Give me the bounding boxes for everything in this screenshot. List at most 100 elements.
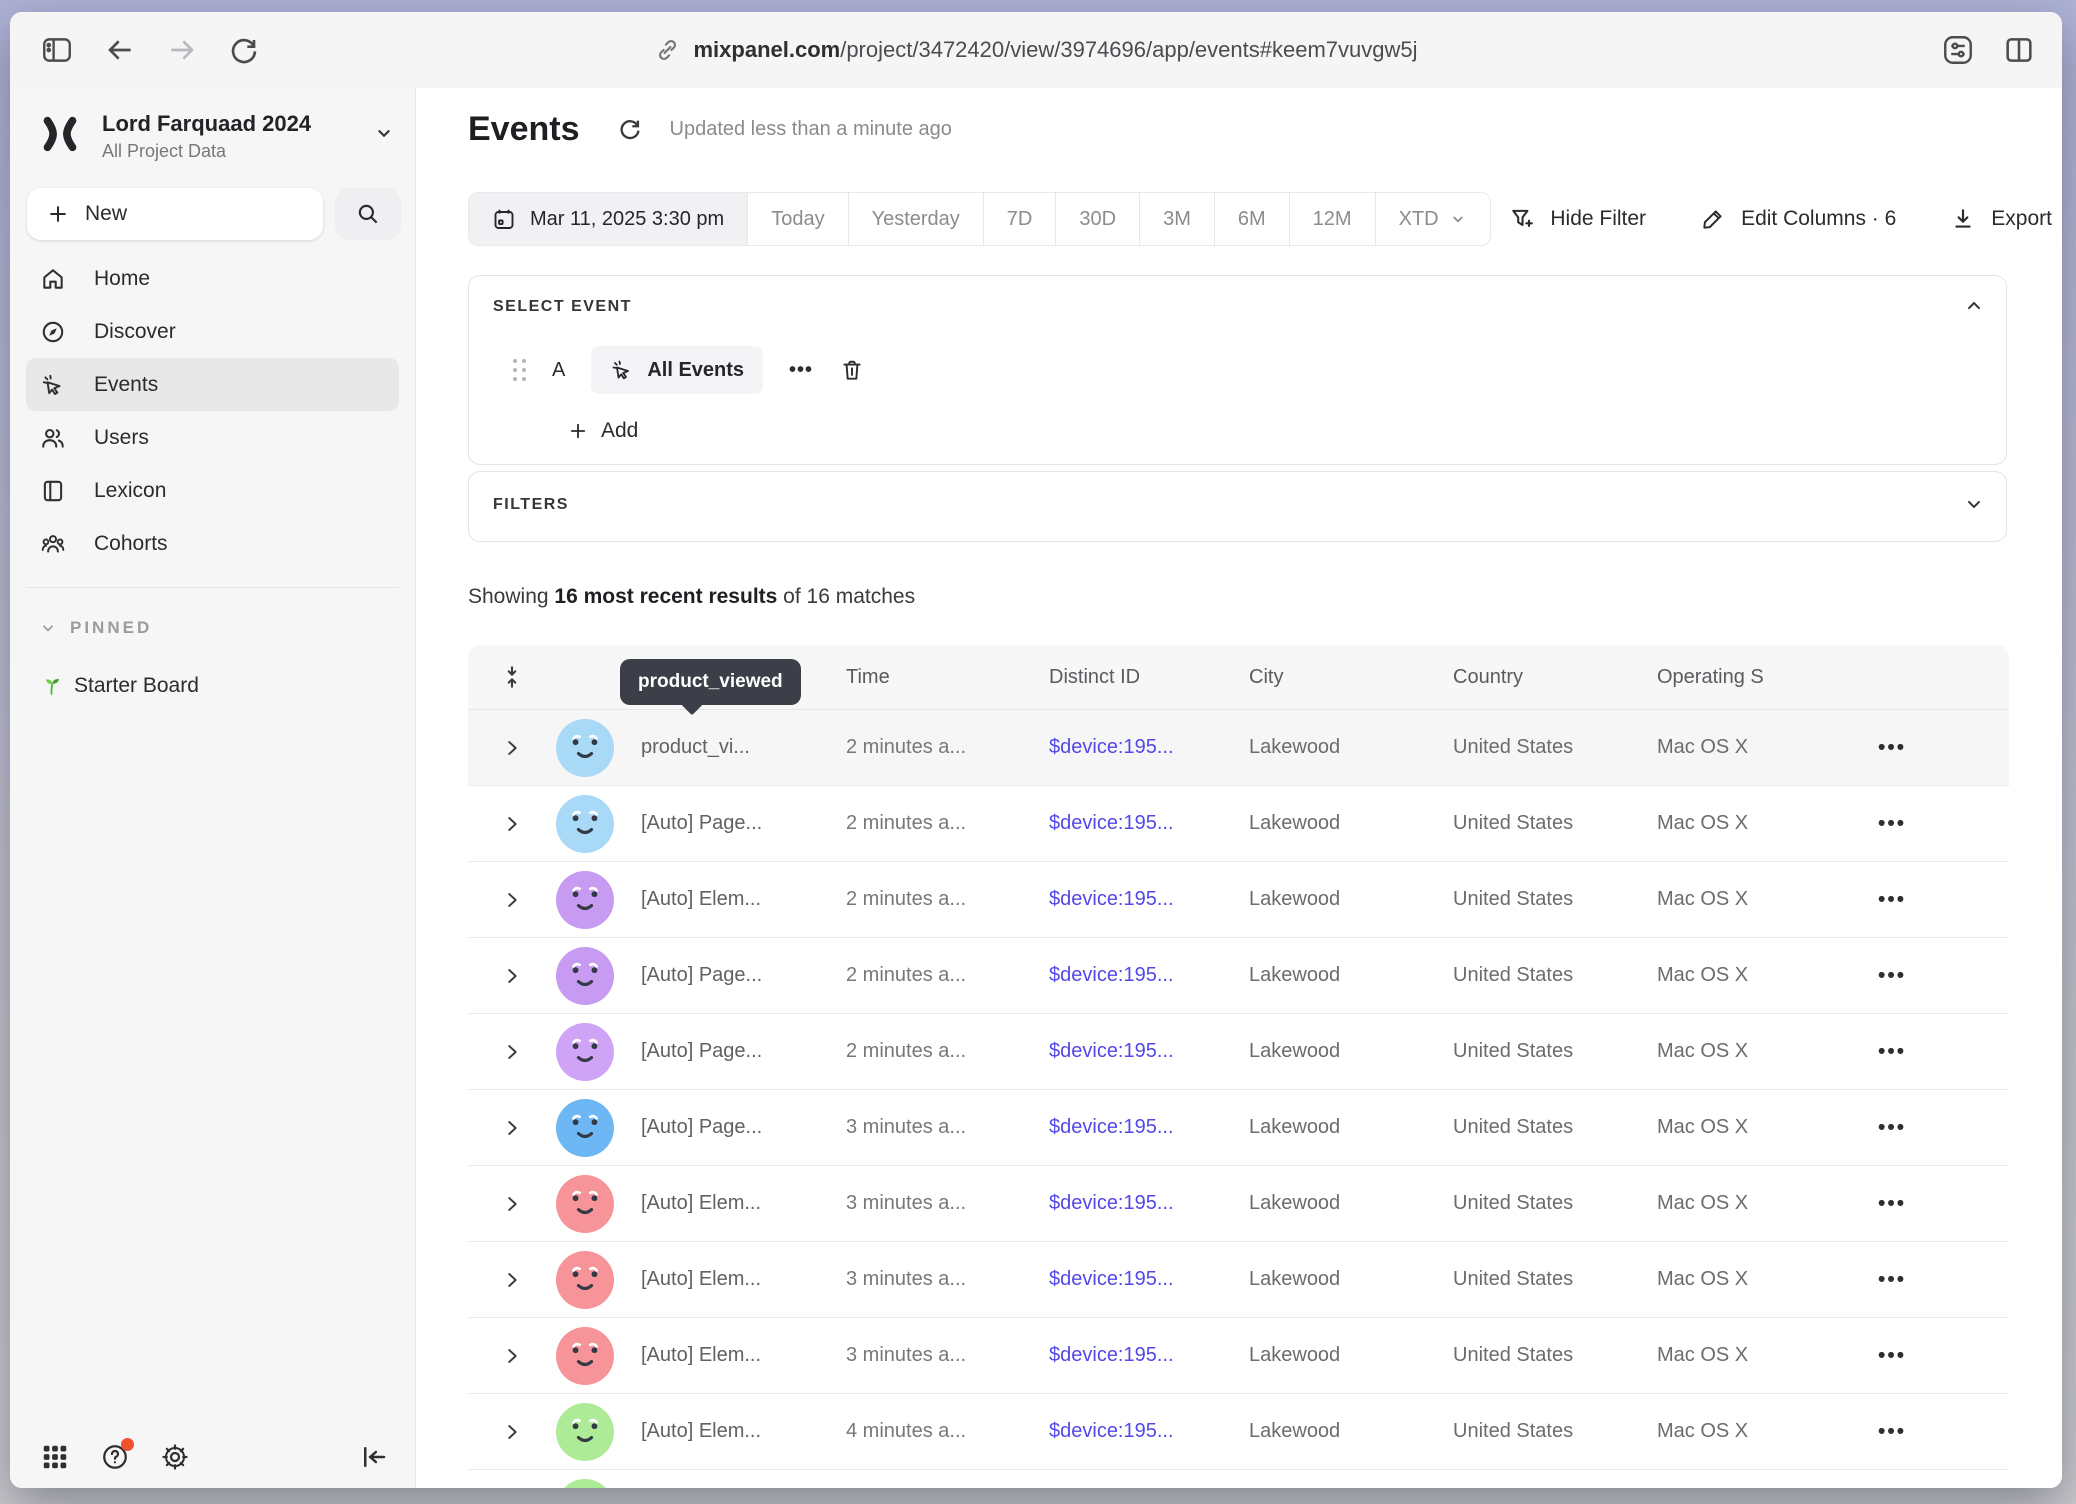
distinct-id-link[interactable]: $device:195... (1049, 1420, 1249, 1443)
table-row[interactable]: [Auto] Page... 3 minutes a... $device:19… (468, 1090, 2009, 1166)
table-row[interactable]: [Auto] Page... 2 minutes a... $device:19… (468, 786, 2009, 862)
row-menu-button[interactable]: ••• (1878, 736, 1906, 760)
url-bar[interactable]: mixpanel.com/project/3472420/view/397469… (654, 12, 1417, 88)
refresh-icon[interactable] (616, 116, 644, 144)
distinct-id-link[interactable]: $device:195... (1049, 1344, 1249, 1367)
reload-button-icon[interactable] (228, 34, 260, 66)
preset-30d[interactable]: 30D (1055, 193, 1139, 245)
event-options-button[interactable]: ••• (789, 359, 813, 382)
row-menu-button[interactable]: ••• (1878, 1344, 1906, 1368)
custom-date-button[interactable]: Mar 11, 2025 3:30 pm (469, 193, 747, 245)
row-menu-button[interactable]: ••• (1878, 812, 1906, 836)
export-button[interactable]: Export (1950, 206, 2052, 232)
column-header-os[interactable]: Operating S (1657, 666, 1878, 689)
row-expand-icon[interactable] (501, 1117, 523, 1139)
row-menu-button[interactable]: ••• (1878, 1040, 1906, 1064)
page-settings-icon[interactable] (1940, 32, 1976, 68)
row-expand-icon[interactable] (501, 813, 523, 835)
row-menu-button[interactable]: ••• (1878, 1420, 1906, 1444)
new-button[interactable]: New (27, 188, 323, 240)
table-row[interactable]: [Auto] Page... 2 minutes a... $device:19… (468, 938, 2009, 1014)
table-row[interactable]: [Auto] Elem... 3 minutes a... $device:19… (468, 1242, 2009, 1318)
event-selector-chip[interactable]: All Events (591, 346, 763, 394)
row-expand-icon[interactable] (501, 1421, 523, 1443)
row-expand-icon[interactable] (501, 1041, 523, 1063)
pencil-icon (1700, 206, 1726, 232)
sidebar-item-cohorts[interactable]: Cohorts (26, 517, 399, 570)
plus-icon (47, 203, 69, 225)
row-menu-button[interactable]: ••• (1878, 1192, 1906, 1216)
row-menu-button[interactable]: ••• (1878, 964, 1906, 988)
row-menu-button[interactable]: ••• (1878, 1116, 1906, 1140)
column-header-city[interactable]: City (1249, 666, 1453, 689)
preset-12m[interactable]: 12M (1289, 193, 1375, 245)
sidebar-item-discover[interactable]: Discover (26, 305, 399, 358)
trash-icon[interactable] (839, 357, 865, 383)
preset-today[interactable]: Today (747, 193, 847, 245)
help-button[interactable] (100, 1442, 130, 1472)
preset-7d[interactable]: 7D (983, 193, 1056, 245)
search-button[interactable] (335, 188, 401, 240)
row-expand-icon[interactable] (501, 1193, 523, 1215)
filters-panel: FILTERS (468, 471, 2007, 542)
back-button-icon[interactable] (104, 34, 136, 66)
distinct-id-link[interactable]: $device:195... (1049, 1268, 1249, 1291)
row-menu-button[interactable]: ••• (1878, 888, 1906, 912)
event-time: 2 minutes a... (846, 812, 1049, 835)
row-expand-icon[interactable] (501, 1269, 523, 1291)
distinct-id-link[interactable]: $device:195... (1049, 1116, 1249, 1139)
sidebar-item-events[interactable]: Events (26, 358, 399, 411)
table-row[interactable]: [Auto] Page... 2 minutes a... $device:19… (468, 1014, 2009, 1090)
distinct-id-link[interactable]: $device:195... (1049, 964, 1249, 987)
column-header-time[interactable]: Time (846, 666, 1049, 689)
sidebar-divider (26, 587, 399, 588)
hide-filter-button[interactable]: Hide Filter (1509, 206, 1646, 232)
distinct-id-link[interactable]: $device:195... (1049, 1192, 1249, 1215)
chevron-up-icon[interactable] (1964, 296, 1984, 316)
row-expand-icon[interactable] (501, 737, 523, 759)
event-tooltip: product_viewed (620, 659, 801, 705)
event-avatar (556, 1099, 614, 1157)
sidebar-item-starter-board[interactable]: Starter Board (40, 674, 199, 698)
chevron-down-icon[interactable] (1964, 494, 1984, 514)
preset-3m[interactable]: 3M (1139, 193, 1214, 245)
row-expand-icon[interactable] (501, 889, 523, 911)
drag-handle[interactable] (513, 359, 526, 381)
event-avatar (556, 871, 614, 929)
url-path: /project/3472420/view/3974696/app/events… (840, 37, 1417, 62)
distinct-id-link[interactable]: $device:195... (1049, 736, 1249, 759)
preset-xtd-dropdown[interactable]: XTD (1375, 193, 1490, 245)
preset-6m[interactable]: 6M (1214, 193, 1289, 245)
collapse-rows-icon[interactable] (499, 664, 525, 690)
split-view-icon[interactable] (2002, 33, 2036, 67)
distinct-id-link[interactable]: $device:195... (1049, 888, 1249, 911)
column-header-country[interactable]: Country (1453, 666, 1657, 689)
add-event-button[interactable]: Add (568, 419, 638, 443)
sidebar-item-home[interactable]: Home (26, 252, 399, 305)
table-row[interactable]: [Auto] Elem... 3 minutes a... $device:19… (468, 1166, 2009, 1242)
table-row[interactable]: product_vi... 2 minutes a... $device:195… (468, 710, 2009, 786)
row-menu-button[interactable]: ••• (1878, 1268, 1906, 1292)
distinct-id-link[interactable]: $device:195... (1049, 812, 1249, 835)
browser-sidebar-toggle-icon[interactable] (40, 33, 74, 67)
workspace-switcher[interactable]: Lord Farquaad 2024 All Project Data (40, 110, 395, 162)
apps-grid-icon[interactable] (40, 1442, 70, 1472)
column-header-distinct-id[interactable]: Distinct ID (1049, 666, 1249, 689)
row-expand-icon[interactable] (501, 965, 523, 987)
table-row[interactable]: [Auto] Elem... 4 minutes a... $device:19… (468, 1394, 2009, 1470)
events-table: Time Distinct ID City Country Operating … (468, 645, 2009, 1488)
pinned-section-header[interactable]: PINNED (40, 618, 152, 638)
table-row[interactable] (468, 1470, 2009, 1488)
preset-yesterday[interactable]: Yesterday (848, 193, 983, 245)
collapse-sidebar-icon[interactable] (359, 1442, 389, 1472)
distinct-id-link[interactable]: $device:195... (1049, 1040, 1249, 1063)
table-row[interactable]: [Auto] Elem... 2 minutes a... $device:19… (468, 862, 2009, 938)
gear-icon[interactable] (160, 1442, 190, 1472)
forward-button-icon[interactable] (166, 34, 198, 66)
edit-columns-button[interactable]: Edit Columns · 6 (1700, 206, 1896, 232)
workspace-name: Lord Farquaad 2024 (102, 110, 311, 138)
table-row[interactable]: [Auto] Elem... 3 minutes a... $device:19… (468, 1318, 2009, 1394)
sidebar-item-lexicon[interactable]: Lexicon (26, 464, 399, 517)
row-expand-icon[interactable] (501, 1345, 523, 1367)
sidebar-item-users[interactable]: Users (26, 411, 399, 464)
